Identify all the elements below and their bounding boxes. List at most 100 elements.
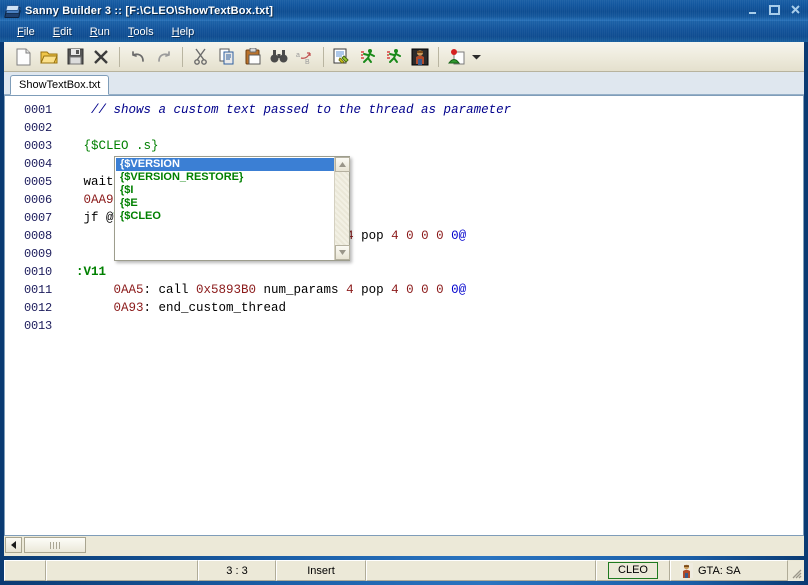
replace-ab-button[interactable]: aB (292, 45, 318, 69)
menu-bar: File Edit Run Tools Help (0, 21, 808, 42)
line-number: 0008 (23, 229, 52, 243)
menu-item-file[interactable]: File (8, 24, 44, 40)
token-kw: num_params (256, 283, 347, 297)
token-kw: : end_custom_thread (143, 301, 287, 315)
line-number: 0003 (23, 139, 52, 153)
token-comment: // shows a custom text passed to the thr… (61, 103, 512, 117)
line-number: 0010 (23, 265, 52, 279)
client-area: aB ShowTextBox.txt 0001 // shows a custo… (4, 42, 804, 556)
scroll-up-arrow-icon[interactable] (335, 157, 350, 172)
line-number: 0011 (23, 283, 52, 297)
scrollbar-track[interactable] (86, 536, 804, 554)
game-character-button[interactable] (407, 45, 433, 69)
editor-line: 0003 {$CLEO .s} (5, 137, 803, 155)
autocomplete-scroll-track[interactable] (335, 172, 349, 245)
run-button[interactable] (355, 45, 381, 69)
new-file-button[interactable] (10, 45, 36, 69)
compile-button[interactable] (329, 45, 355, 69)
line-number: 0013 (23, 319, 52, 333)
token-num: 0AA5 (61, 283, 144, 297)
autocomplete-item[interactable]: {$VERSION (116, 158, 334, 171)
tab-showtextbox[interactable]: ShowTextBox.txt (10, 75, 110, 95)
autocomplete-item[interactable]: {$VERSION_RESTORE} (116, 171, 334, 184)
line-number: 0005 (23, 175, 52, 189)
mode-person-page-button[interactable] (444, 45, 470, 69)
token-num: 0AA9 (61, 193, 114, 207)
token-var: 0@ (451, 229, 467, 243)
menu-item-tools[interactable]: Tools (119, 24, 163, 40)
maximize-button[interactable] (765, 2, 784, 18)
mode-badge-cell[interactable]: CLEO (596, 560, 670, 581)
scrollbar-thumb[interactable] (24, 537, 86, 553)
line-number: 0009 (23, 247, 52, 261)
undo-arrow-button[interactable] (125, 45, 151, 69)
close-button[interactable] (786, 2, 805, 18)
line-code[interactable]: // shows a custom text passed to the thr… (61, 101, 803, 119)
run-debug-button[interactable] (381, 45, 407, 69)
autocomplete-scrollbar[interactable] (334, 157, 350, 260)
svg-text:B: B (305, 59, 310, 65)
code-editor[interactable]: 0001 // shows a custom text passed to th… (4, 95, 804, 536)
menu-item-edit[interactable]: Edit (44, 24, 81, 40)
autocomplete-item[interactable]: {$I (116, 184, 334, 197)
chevron-down-icon[interactable] (470, 45, 483, 69)
open-folder-button[interactable] (36, 45, 62, 69)
insert-mode[interactable]: Insert (276, 560, 366, 581)
resize-grip-icon[interactable] (788, 560, 804, 581)
token-dir: {$CLEO .s} (61, 139, 159, 153)
copy-pages-button[interactable] (214, 45, 240, 69)
line-number: 0002 (23, 121, 52, 135)
autocomplete-list[interactable]: {$VERSION {$VERSION_RESTORE} {$I {$E {$CLEO (115, 157, 334, 260)
autocomplete-item[interactable]: {$CLEO (116, 210, 334, 223)
token-num: 4 (346, 283, 354, 297)
scroll-left-arrow-icon[interactable] (5, 537, 22, 553)
toolbar-separator (119, 46, 120, 67)
clipboard-button[interactable] (240, 45, 266, 69)
save-disk-button[interactable] (62, 45, 88, 69)
status-bar: 3 : 3 Insert CLEO GTA: SA (4, 560, 804, 581)
token-kw: pop (353, 283, 392, 297)
token-num: 0x5893B0 (196, 283, 257, 297)
status-cell-2 (46, 560, 198, 581)
binoculars-button[interactable] (266, 45, 292, 69)
toolbar-separator (323, 46, 324, 67)
cursor-position: 3 : 3 (198, 560, 276, 581)
status-cell-5 (366, 560, 596, 581)
line-number: 0004 (23, 157, 52, 171)
line-number: 0006 (23, 193, 52, 207)
game-cell[interactable]: GTA: SA (670, 560, 788, 581)
window-controls (744, 2, 805, 18)
game-label: GTA: SA (698, 564, 741, 577)
game-character-icon (680, 563, 693, 578)
line-code[interactable]: :V11 (61, 263, 803, 281)
line-code[interactable]: {$CLEO .s} (61, 137, 803, 155)
token-var: 0@ (451, 283, 467, 297)
editor-line: 0010 :V11 (5, 263, 803, 281)
line-code[interactable]: 0AA5: call 0x5893B0 num_params 4 pop 4 0… (61, 281, 803, 299)
editor-line: 0002 (5, 119, 803, 137)
close-x-button[interactable] (88, 45, 114, 69)
token-kw: : call (143, 283, 197, 297)
tab-strip: ShowTextBox.txt (4, 72, 804, 95)
redo-arrow-button[interactable] (151, 45, 177, 69)
editor-line: 0013 (5, 317, 803, 335)
line-number: 0012 (23, 301, 52, 315)
token-kw: jf @ (61, 211, 114, 225)
toolbar-separator (438, 46, 439, 67)
minimize-button[interactable] (744, 2, 763, 18)
autocomplete-item[interactable]: {$E (116, 197, 334, 210)
token-num: 4 0 0 0 (391, 229, 452, 243)
menu-item-run[interactable]: Run (81, 24, 119, 40)
window-title: Sanny Builder 3 :: [F:\CLEO\ShowTextBox.… (25, 4, 274, 17)
horizontal-scrollbar[interactable] (4, 536, 804, 554)
svg-text:a: a (296, 52, 300, 59)
autocomplete-popup[interactable]: {$VERSION {$VERSION_RESTORE} {$I {$E {$CLEO (114, 156, 350, 261)
scroll-down-arrow-icon[interactable] (335, 245, 350, 260)
editor-line: 0012 0A93: end_custom_thread (5, 299, 803, 317)
menu-item-help[interactable]: Help (163, 24, 204, 40)
grip-lines-icon (50, 541, 60, 549)
token-num: 0A93 (61, 301, 144, 315)
scissors-button[interactable] (188, 45, 214, 69)
line-code[interactable]: 0A93: end_custom_thread (61, 299, 803, 317)
editor-line: 0001 // shows a custom text passed to th… (5, 101, 803, 119)
